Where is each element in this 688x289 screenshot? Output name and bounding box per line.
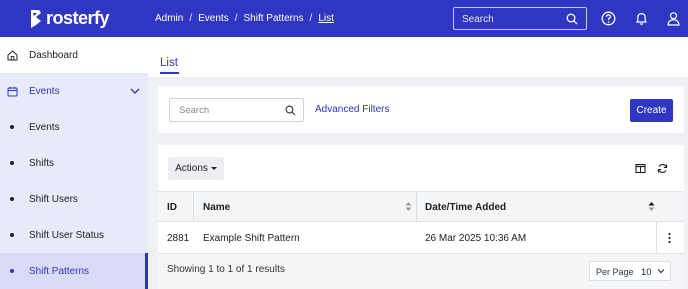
sidebar-item-label: Shift Patterns [29, 265, 90, 277]
create-button[interactable]: Create [630, 99, 673, 122]
search-input[interactable]: Search [169, 98, 304, 122]
table-row[interactable]: 2881 Example Shift Pattern 26 Mar 2025 1… [158, 222, 684, 254]
user-icon[interactable] [666, 11, 681, 26]
cell-id: 2881 [167, 233, 190, 244]
home-icon [7, 49, 18, 60]
sidebar-item-label: Shifts [29, 157, 55, 169]
advanced-filters-link[interactable]: Advanced Filters [315, 104, 389, 115]
results-count: Showing 1 to 1 of 1 results [167, 264, 285, 275]
table-footer: Showing 1 to 1 of 1 results Per Page 10 [158, 254, 684, 289]
logo-mark-icon [31, 9, 41, 28]
breadcrumb-admin[interactable]: Admin [155, 13, 183, 24]
sidebar-item-label: Dashboard [29, 49, 78, 61]
columns-icon[interactable] [635, 163, 646, 174]
bell-icon[interactable] [634, 11, 649, 26]
bullet-icon [10, 161, 14, 165]
table-header: ID Name Date/Time Added [158, 191, 684, 222]
column-divider [193, 192, 194, 222]
breadcrumb-separator: / [189, 13, 193, 24]
sidebar-item-label: Shift User Status [29, 229, 105, 241]
search-icon[interactable] [566, 13, 578, 25]
sidebar-item-shift-patterns[interactable]: Shift Patterns [0, 253, 148, 289]
breadcrumb-list[interactable]: List [318, 13, 334, 24]
column-header-id[interactable]: ID [167, 202, 177, 213]
cell-name[interactable]: Example Shift Pattern [203, 233, 300, 244]
row-menu-icon[interactable] [668, 232, 671, 244]
sidebar-item-shift-user-status[interactable]: Shift User Status [0, 217, 148, 253]
tab-list[interactable]: List [160, 57, 178, 69]
chevron-down-icon [657, 269, 665, 274]
top-header: rosterfy Admin / Events / Shift Patterns… [0, 0, 688, 37]
logo-text: rosterfy [46, 8, 110, 28]
search-icon[interactable] [285, 105, 296, 116]
sidebar-item-label: Events [29, 121, 60, 133]
column-header-name[interactable]: Name [203, 202, 230, 213]
sidebar-item-dashboard[interactable]: Dashboard [0, 37, 148, 73]
cell-date-added: 26 Mar 2025 10:36 AM [425, 233, 527, 244]
breadcrumb-shift-patterns[interactable]: Shift Patterns [244, 13, 304, 24]
column-divider [416, 192, 417, 222]
chevron-down-icon[interactable] [130, 86, 140, 96]
column-divider [656, 222, 657, 253]
sidebar-item-shifts[interactable]: Shifts [0, 145, 148, 181]
header-search-input[interactable]: Search [453, 7, 587, 30]
filter-card: Search Advanced Filters Create [158, 86, 684, 133]
calendar-icon [7, 86, 18, 96]
breadcrumb-events[interactable]: Events [198, 13, 229, 24]
rosterfy-logo[interactable]: rosterfy [30, 8, 110, 29]
sidebar-item-shift-users[interactable]: Shift Users [0, 181, 148, 217]
bullet-icon [10, 125, 14, 129]
sidebar-item-label: Shift Users [29, 193, 78, 205]
per-page-select[interactable]: Per Page 10 [589, 261, 671, 281]
caret-down-icon [210, 167, 217, 170]
active-tab-indicator [160, 72, 179, 74]
breadcrumb: Admin / Events / Shift Patterns / List [155, 13, 334, 24]
per-page-label: Per Page [596, 267, 634, 277]
bullet-icon [10, 197, 14, 201]
actions-dropdown[interactable]: Actions [168, 157, 224, 180]
breadcrumb-separator: / [309, 13, 313, 24]
search-placeholder: Search [179, 105, 210, 116]
sort-icon[interactable] [405, 201, 412, 212]
column-header-date-added[interactable]: Date/Time Added [425, 202, 506, 213]
sidebar: Dashboard Events Events Shifts Shift Use… [0, 37, 148, 289]
breadcrumb-separator: / [234, 13, 238, 24]
refresh-icon[interactable] [657, 163, 668, 174]
sort-desc-icon[interactable] [648, 201, 655, 212]
sidebar-item-events-parent[interactable]: Events [0, 73, 148, 109]
bullet-icon [10, 269, 14, 273]
actions-label: Actions [175, 163, 208, 174]
header-search-placeholder: Search [462, 14, 494, 25]
tab-bar: List [148, 37, 688, 77]
per-page-value: 10 [641, 267, 652, 278]
sidebar-item-label: Events [29, 85, 60, 97]
sidebar-item-events[interactable]: Events [0, 109, 148, 145]
bullet-icon [10, 233, 14, 237]
table-card: Actions ID Name Date/Time Added 2881 Exa… [158, 145, 684, 289]
help-icon[interactable] [601, 11, 616, 26]
